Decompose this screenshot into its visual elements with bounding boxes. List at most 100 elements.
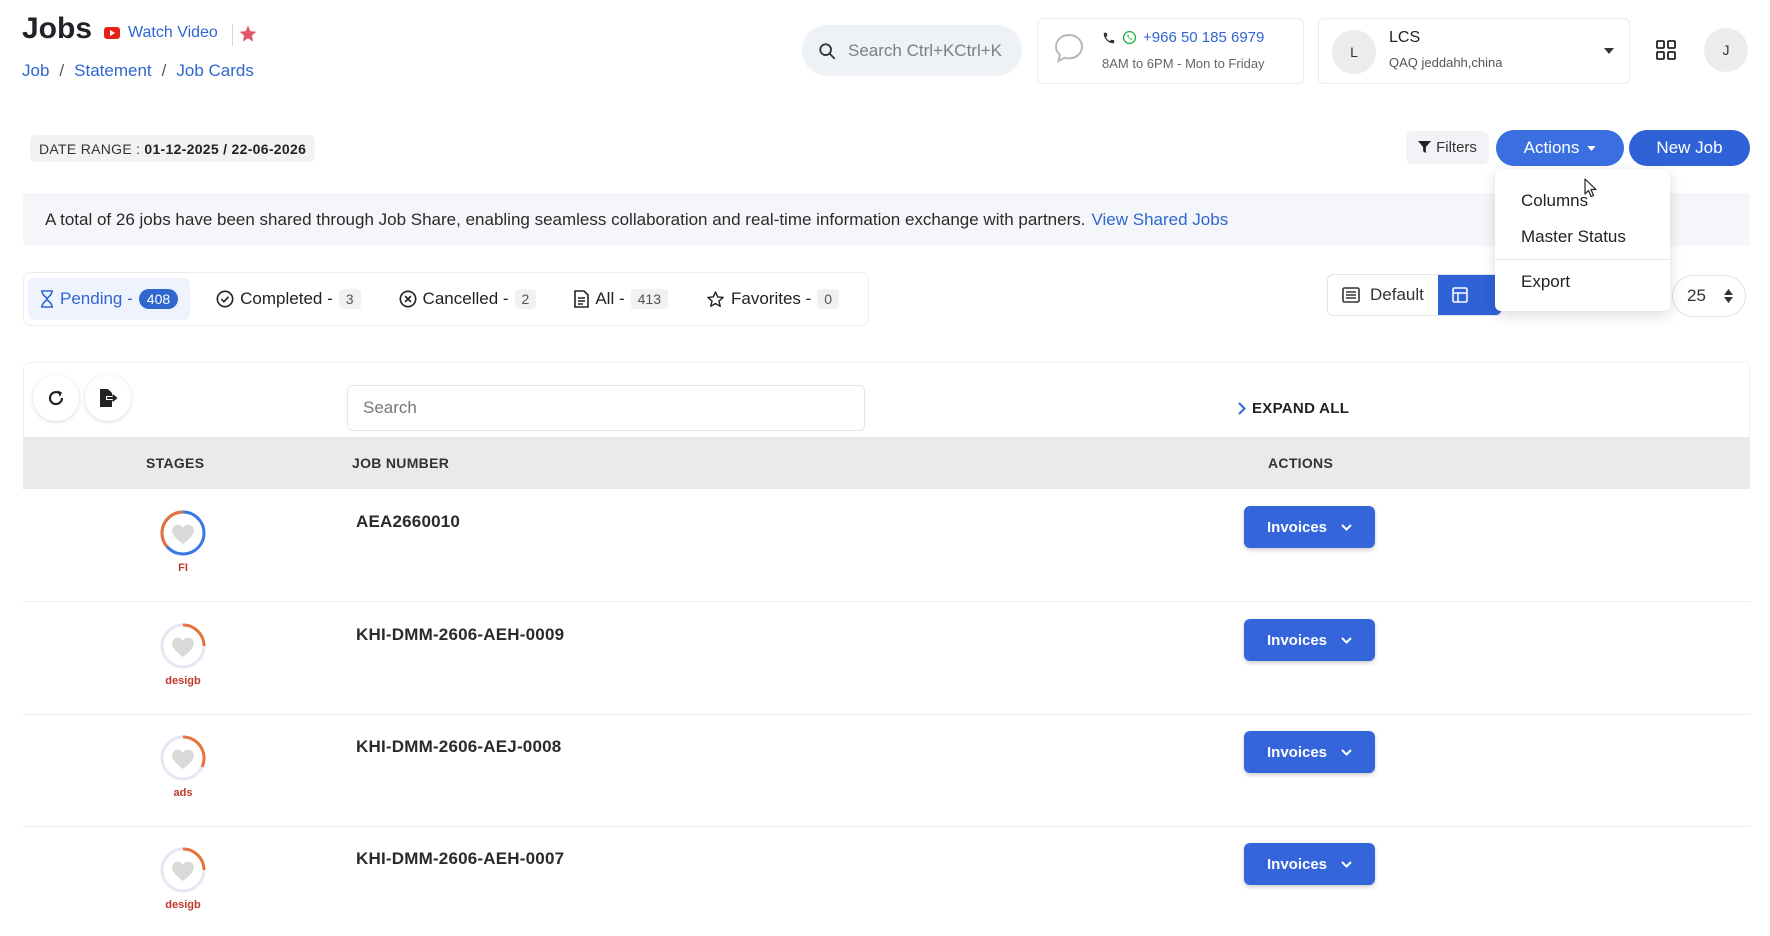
- stage-indicator[interactable]: ads: [158, 733, 208, 799]
- watch-video-link[interactable]: Watch Video: [104, 24, 218, 42]
- tab-pending[interactable]: Pending - 408: [28, 278, 191, 320]
- chevron-down-icon: [1341, 748, 1352, 756]
- page-size-value: 25: [1687, 286, 1706, 305]
- tab-completed-count: 3: [338, 289, 361, 309]
- menu-divider: [1495, 259, 1670, 260]
- layout-icon: [1452, 287, 1468, 303]
- tab-cancelled[interactable]: Cancelled - 2: [387, 278, 549, 320]
- invoices-button[interactable]: Invoices: [1244, 619, 1375, 661]
- expand-all-button[interactable]: EXPAND ALL: [1238, 400, 1349, 417]
- date-range-value: 01-12-2025 / 22-06-2026: [144, 140, 307, 157]
- table-row[interactable]: ads KHI-DMM-2606-AEJ-0008 Invoices: [23, 715, 1750, 827]
- chevron-right-icon: [1238, 402, 1246, 415]
- chat-bubble-icon[interactable]: [1052, 31, 1086, 65]
- stage-label: desigb: [165, 899, 201, 911]
- menu-item-master-status[interactable]: Master Status: [1521, 227, 1626, 247]
- tab-completed[interactable]: Completed - 3: [204, 278, 372, 320]
- breadcrumb-separator: /: [59, 61, 65, 80]
- global-search-placeholder: Search Ctrl+KCtrl+K: [848, 40, 1002, 60]
- file-export-icon: [98, 388, 118, 408]
- favorite-star-icon[interactable]: [238, 24, 258, 44]
- table-row[interactable]: FI AEA2660010 Invoices: [23, 490, 1750, 602]
- header-divider: [232, 24, 233, 46]
- date-range-badge: DATE RANGE : 01-12-2025 / 22-06-2026: [30, 135, 316, 162]
- breadcrumb: Job / Statement / Job Cards: [22, 61, 254, 81]
- job-number[interactable]: KHI-DMM-2606-AEH-0009: [356, 625, 564, 645]
- stage-indicator[interactable]: desigb: [158, 621, 208, 687]
- filters-label: Filters: [1436, 139, 1477, 156]
- new-job-button[interactable]: New Job: [1629, 130, 1750, 166]
- caret-down-icon: [1604, 48, 1614, 54]
- apps-grid-icon[interactable]: [1656, 40, 1676, 60]
- tab-favorites-label: Favorites -: [730, 289, 812, 308]
- stage-progress-icon: [160, 735, 206, 781]
- chevron-down-icon: [1341, 860, 1352, 868]
- invoices-label: Invoices: [1266, 518, 1328, 536]
- x-circle-icon: [399, 290, 417, 308]
- invoices-button[interactable]: Invoices: [1244, 843, 1375, 885]
- caret-down-icon: [1587, 145, 1597, 151]
- sort-arrows-icon: [1724, 289, 1733, 303]
- star-icon: [706, 290, 725, 309]
- breadcrumb-separator: /: [161, 61, 167, 80]
- company-avatar: L: [1332, 30, 1376, 74]
- invoices-button[interactable]: Invoices: [1244, 731, 1375, 773]
- support-phone-number: +966 50 185 6979: [1143, 29, 1265, 46]
- stage-label: ads: [173, 787, 193, 799]
- view-shared-jobs-link[interactable]: View Shared Jobs: [1091, 210, 1228, 230]
- invoices-label: Invoices: [1266, 743, 1328, 761]
- banner-text: A total of 26 jobs have been shared thro…: [45, 209, 1086, 229]
- menu-item-columns[interactable]: Columns: [1521, 191, 1588, 211]
- company-location: QAQ jeddahh,china: [1389, 55, 1503, 70]
- list-view-icon: [1342, 287, 1360, 303]
- table-search-input[interactable]: [347, 385, 865, 431]
- view-card-button[interactable]: [1437, 275, 1501, 315]
- company-switcher[interactable]: L LCS QAQ jeddahh,china: [1318, 18, 1630, 84]
- whatsapp-icon: [1122, 30, 1137, 45]
- tab-all[interactable]: All - 413: [562, 278, 680, 320]
- tab-favorites-count: 0: [817, 289, 840, 309]
- expand-all-label: EXPAND ALL: [1252, 400, 1350, 417]
- view-toggle: Default: [1327, 274, 1502, 316]
- filter-icon: [1418, 141, 1432, 154]
- global-search[interactable]: Search Ctrl+KCtrl+K: [802, 25, 1022, 76]
- page-size-select[interactable]: 25: [1672, 275, 1746, 317]
- stage-progress-icon: [160, 623, 206, 669]
- tab-completed-label: Completed -: [240, 289, 333, 308]
- actions-dropdown-menu: Columns Master Status Export: [1495, 169, 1670, 311]
- company-name: LCS: [1389, 29, 1421, 46]
- date-range-label: DATE RANGE :: [39, 140, 141, 157]
- check-circle-icon: [216, 290, 234, 308]
- refresh-icon: [46, 388, 66, 408]
- breadcrumb-statement[interactable]: Statement: [74, 61, 152, 81]
- youtube-icon: [104, 27, 120, 39]
- stage-label: desigb: [165, 675, 201, 687]
- job-number[interactable]: KHI-DMM-2606-AEH-0007: [356, 849, 564, 869]
- job-number[interactable]: AEA2660010: [356, 512, 460, 532]
- breadcrumb-job-cards[interactable]: Job Cards: [176, 61, 253, 81]
- refresh-button[interactable]: [33, 375, 79, 421]
- watch-video-label: Watch Video: [128, 24, 218, 41]
- job-number[interactable]: KHI-DMM-2606-AEJ-0008: [356, 737, 561, 757]
- table-row[interactable]: desigb KHI-DMM-2606-AEH-0009 Invoices: [23, 603, 1750, 715]
- view-default-button[interactable]: Default: [1328, 275, 1438, 315]
- stage-indicator[interactable]: desigb: [158, 845, 208, 911]
- invoices-button[interactable]: Invoices: [1244, 506, 1375, 548]
- support-phone[interactable]: +966 50 185 6979: [1102, 29, 1264, 46]
- profile-avatar[interactable]: J: [1704, 28, 1748, 72]
- support-hours: 8AM to 6PM - Mon to Friday: [1102, 56, 1265, 71]
- menu-item-export[interactable]: Export: [1521, 272, 1570, 292]
- filters-button[interactable]: Filters: [1406, 131, 1489, 164]
- page-title: Jobs: [22, 12, 93, 45]
- actions-button[interactable]: Actions: [1496, 130, 1624, 166]
- tab-pending-count: 408: [138, 289, 179, 309]
- tab-favorites[interactable]: Favorites - 0: [694, 278, 851, 320]
- table-row[interactable]: desigb KHI-DMM-2606-AEH-0007 Invoices: [23, 827, 1750, 936]
- chevron-down-icon: [1341, 636, 1352, 644]
- export-file-button[interactable]: [85, 375, 131, 421]
- stage-indicator[interactable]: FI: [158, 508, 208, 574]
- stage-progress-icon: [160, 510, 206, 556]
- column-header-stages: STAGES: [146, 455, 205, 471]
- view-default-label: Default: [1370, 285, 1424, 304]
- breadcrumb-job[interactable]: Job: [22, 61, 49, 81]
